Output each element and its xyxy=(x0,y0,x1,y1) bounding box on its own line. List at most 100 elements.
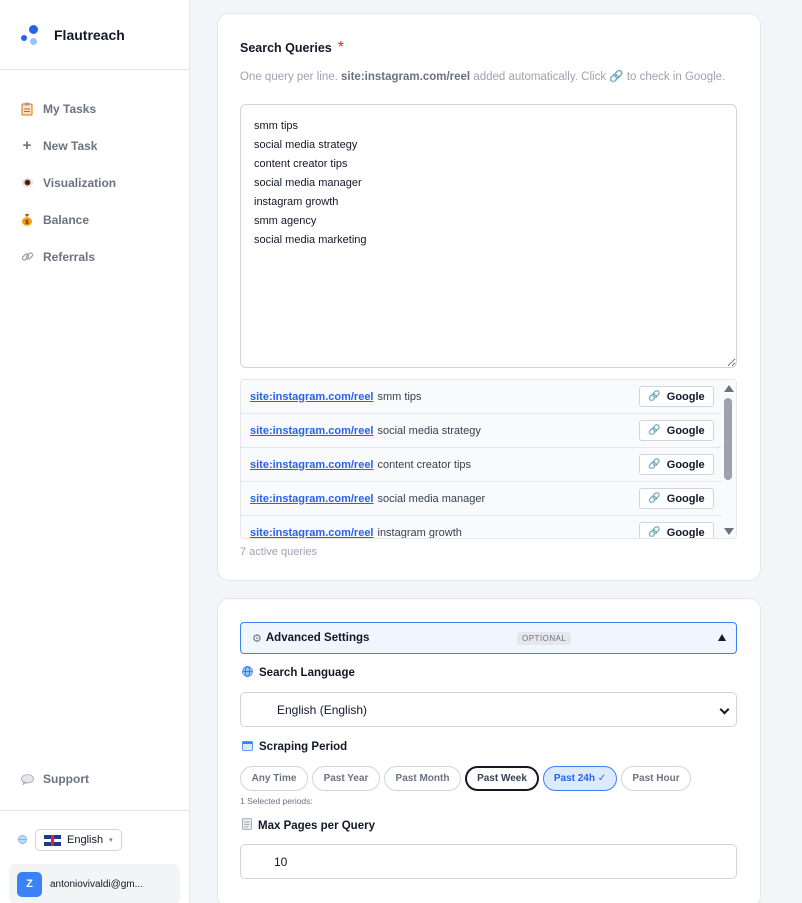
google-check-button[interactable]: 🔗 Google xyxy=(639,522,714,539)
period-past-year[interactable]: Past Year xyxy=(312,766,380,791)
hint-text: to check in Google. xyxy=(626,71,726,83)
query-prefix: site:instagram.com/reel xyxy=(250,424,374,437)
google-button-label: Google xyxy=(666,390,705,403)
query-preview-list: site:instagram.com/reel smm tips 🔗 Google… xyxy=(240,379,737,539)
query-text: social media manager xyxy=(377,492,486,505)
query-row: site:instagram.com/reel smm tips 🔗 Google xyxy=(241,380,736,414)
optional-badge: OPTIONAL xyxy=(517,632,572,645)
language-selector[interactable]: English ▾ xyxy=(35,829,122,851)
query-prefix: site:instagram.com/reel xyxy=(250,390,374,403)
query-text: smm tips xyxy=(377,390,422,403)
sidebar-item-visualization[interactable]: Visualization xyxy=(0,164,189,201)
advanced-settings-card: ⚙ Advanced Settings OPTIONAL Search Lang… xyxy=(217,598,761,903)
link-icon: 🔗 xyxy=(648,493,661,504)
max-pages-input[interactable]: 10 xyxy=(240,844,737,879)
query-list-scrollbar[interactable] xyxy=(721,380,736,538)
scroll-down-icon[interactable] xyxy=(724,528,734,535)
period-any-time[interactable]: Any Time xyxy=(240,766,308,791)
chevron-down-icon xyxy=(719,704,730,715)
uk-flag-icon xyxy=(44,834,61,846)
language-label: English xyxy=(67,834,104,846)
google-check-button[interactable]: 🔗 Google xyxy=(639,420,714,441)
period-past-hour[interactable]: Past Hour xyxy=(621,766,691,791)
query-prefix: site:instagram.com/reel xyxy=(250,526,374,539)
money-bag-icon: $ xyxy=(20,213,34,227)
user-profile[interactable]: Z antoniovivaldi@gm... xyxy=(9,864,180,903)
sidebar-item-label: Balance xyxy=(43,212,90,227)
google-check-button[interactable]: 🔗 Google xyxy=(639,386,714,407)
language-row: English ▾ xyxy=(18,829,181,851)
required-marker: * xyxy=(337,39,344,56)
max-pages-label: Max Pages per Query xyxy=(258,819,375,832)
plus-icon: + xyxy=(22,137,32,154)
scraping-period-label: Scraping Period xyxy=(259,741,348,753)
sidebar-item-label: New Task xyxy=(43,138,98,153)
globe-icon xyxy=(242,666,253,680)
google-button-label: Google xyxy=(666,526,705,539)
query-row: site:instagram.com/reel content creator … xyxy=(241,448,736,482)
link-icon: 🔗 xyxy=(648,459,661,470)
period-past-24h[interactable]: Past 24h ✓ xyxy=(543,766,617,791)
sidebar-item-my-tasks[interactable]: My Tasks xyxy=(0,90,189,127)
search-language-select[interactable]: English (English) xyxy=(240,692,737,727)
eye-icon xyxy=(20,176,34,190)
support-link[interactable]: Support xyxy=(20,772,89,786)
svg-text:$: $ xyxy=(25,219,29,226)
brand[interactable]: Flautreach xyxy=(0,0,189,70)
period-past-week[interactable]: Past Week xyxy=(465,766,539,791)
active-queries-count: 7 active queries xyxy=(240,546,318,558)
caret-up-icon xyxy=(718,634,726,641)
selected-periods-note: 1 Selected periods: xyxy=(240,796,313,806)
avatar: Z xyxy=(17,871,42,897)
speech-bubble-icon xyxy=(20,772,34,786)
scroll-up-icon[interactable] xyxy=(724,385,734,392)
clipboard-icon xyxy=(20,102,34,116)
search-language-heading: Search Language xyxy=(242,666,355,680)
advanced-settings-title: Advanced Settings xyxy=(265,632,370,644)
sidebar-item-label: Referrals xyxy=(43,249,96,264)
user-email: antoniovivaldi@gm... xyxy=(50,878,143,890)
gear-icon: ⚙ xyxy=(252,632,262,645)
google-button-label: Google xyxy=(666,424,705,437)
query-row: site:instagram.com/reel social media str… xyxy=(241,414,736,448)
link-icon: 🔗 xyxy=(648,527,661,538)
query-text: social media strategy xyxy=(377,424,481,437)
google-button-label: Google xyxy=(666,492,705,505)
sidebar: Flautreach My Tasks + New Task Visualiza… xyxy=(0,0,190,903)
sidebar-item-new-task[interactable]: + New Task xyxy=(0,127,189,164)
google-check-button[interactable]: 🔗 Google xyxy=(639,454,714,475)
sidebar-item-balance[interactable]: $ Balance xyxy=(0,201,189,238)
query-row: site:instagram.com/reel social media man… xyxy=(241,482,736,516)
scroll-thumb[interactable] xyxy=(724,398,732,480)
calendar-icon xyxy=(242,740,253,754)
sidebar-item-referrals[interactable]: Referrals xyxy=(0,238,189,275)
google-check-button[interactable]: 🔗 Google xyxy=(639,488,714,509)
search-queries-hint: One query per line. site:instagram.com/r… xyxy=(240,70,740,84)
support-label: Support xyxy=(43,772,89,786)
search-language-label: Search Language xyxy=(259,667,355,679)
sidebar-nav: My Tasks + New Task Visualization $ Bala… xyxy=(0,70,189,275)
document-icon xyxy=(242,818,252,833)
query-text: instagram growth xyxy=(377,526,462,539)
link-icon: 🔗 xyxy=(648,391,661,402)
sidebar-item-label: Visualization xyxy=(43,175,117,190)
advanced-settings-toggle[interactable]: ⚙ Advanced Settings OPTIONAL xyxy=(240,622,737,654)
scraping-period-heading: Scraping Period xyxy=(242,740,347,754)
query-prefix: site:instagram.com/reel xyxy=(250,492,374,505)
search-queries-card: Search Queries * One query per line. site… xyxy=(217,13,761,581)
max-pages-value: 10 xyxy=(274,854,288,869)
search-queries-heading: Search Queries * xyxy=(240,39,344,57)
query-row: site:instagram.com/reel instagram growth… xyxy=(241,516,736,539)
globe-icon xyxy=(18,831,27,849)
period-past-month[interactable]: Past Month xyxy=(384,766,461,791)
link-icon: 🔗 xyxy=(609,71,624,83)
max-pages-heading: Max Pages per Query xyxy=(242,818,375,833)
sidebar-footer: English ▾ Z antoniovivaldi@gm... xyxy=(0,810,190,903)
link-icon: 🔗 xyxy=(648,425,661,436)
search-language-value: English (English) xyxy=(277,702,368,717)
link-icon xyxy=(20,250,34,264)
google-button-label: Google xyxy=(666,458,705,471)
search-queries-textarea[interactable]: smm tips social media strategy content c… xyxy=(240,104,737,368)
brand-logo-icon xyxy=(20,24,42,46)
query-prefix: site:instagram.com/reel xyxy=(250,458,374,471)
